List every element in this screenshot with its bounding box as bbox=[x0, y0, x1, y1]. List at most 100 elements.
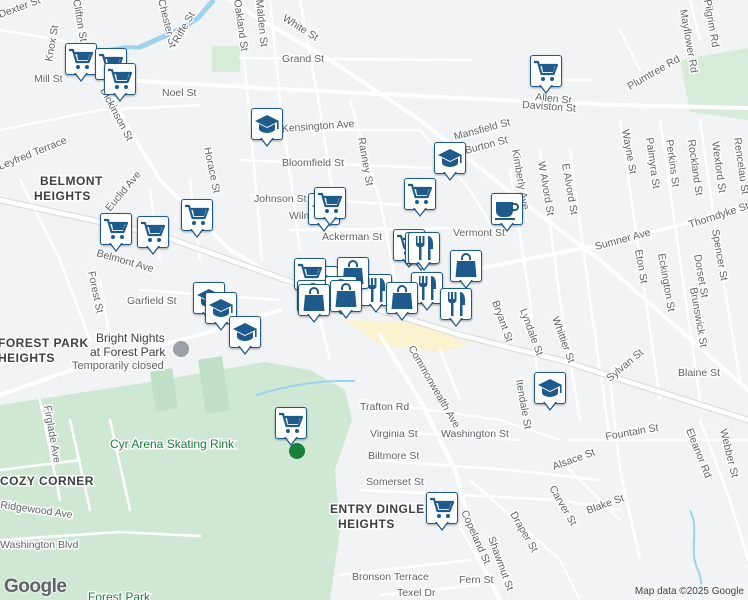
pin-tip bbox=[539, 84, 553, 94]
street-label: Biltmore St bbox=[368, 450, 419, 462]
street-label: Knox St bbox=[43, 24, 61, 62]
cart-icon bbox=[275, 407, 307, 439]
street-label: Mill St bbox=[34, 73, 63, 85]
shopping-bag-icon bbox=[450, 250, 482, 282]
area-label: ENTRY DINGLE bbox=[330, 502, 425, 516]
cart-pin[interactable] bbox=[314, 187, 346, 229]
street-label: Garfield St bbox=[127, 295, 177, 307]
street-label: Clifton St bbox=[70, 0, 89, 43]
street-label: Oakland St bbox=[231, 0, 250, 52]
restaurant-pin[interactable] bbox=[408, 232, 440, 274]
street-label: Dexter St bbox=[0, 0, 42, 21]
street-label: Palmyra St bbox=[643, 137, 662, 190]
street-label: Eton St bbox=[632, 248, 650, 284]
coffee-pin[interactable] bbox=[491, 193, 523, 235]
cart-pin[interactable] bbox=[181, 199, 213, 241]
street-label: Spencer St bbox=[709, 228, 730, 281]
shopping-bag-icon bbox=[330, 280, 362, 312]
pin-tip bbox=[543, 401, 557, 411]
pin-tip bbox=[417, 261, 431, 271]
school-icon bbox=[229, 316, 261, 348]
pin-tip bbox=[146, 245, 160, 255]
cart-pin[interactable] bbox=[530, 55, 562, 97]
street-label: Itendale St bbox=[513, 378, 534, 430]
street-label: Draper St bbox=[507, 510, 540, 555]
google-logo: Google bbox=[4, 576, 67, 597]
street-label: E Alvord St bbox=[559, 162, 580, 215]
street-label: Fern St bbox=[459, 574, 494, 586]
pin-tip bbox=[74, 72, 88, 82]
restaurant-pin[interactable] bbox=[440, 288, 472, 330]
cart-pin[interactable] bbox=[426, 492, 458, 534]
cart-icon bbox=[104, 63, 136, 95]
poi-marker-icon[interactable] bbox=[173, 341, 189, 357]
school-pin[interactable] bbox=[434, 142, 466, 184]
area-label: HEIGHTS bbox=[0, 351, 55, 365]
pin-tip bbox=[238, 345, 252, 355]
cart-pin[interactable] bbox=[404, 178, 436, 220]
cart-pin[interactable] bbox=[104, 63, 136, 105]
cart-icon bbox=[404, 178, 436, 210]
cart-icon bbox=[314, 187, 346, 219]
poi-cyr-arena[interactable]: Cyr Arena Skating Rink bbox=[109, 436, 237, 453]
shopping-bag-pin[interactable] bbox=[330, 280, 362, 322]
school-icon bbox=[251, 108, 283, 140]
street-label: Pilgrim Rd bbox=[701, 0, 721, 48]
area-label: HEIGHTS bbox=[34, 189, 91, 203]
poi-bright-nights-line2[interactable]: at Forest Park bbox=[89, 344, 168, 361]
shopping-bag-pin[interactable] bbox=[386, 282, 418, 324]
shopping-bag-pin[interactable] bbox=[450, 250, 482, 292]
street-label: Eleanor Rd bbox=[683, 427, 714, 480]
shopping-bag-icon bbox=[298, 284, 330, 316]
map-attribution: Map data ©2025 Google bbox=[630, 584, 748, 600]
pin-tip bbox=[190, 228, 204, 238]
street-label: Kensington Ave bbox=[281, 118, 355, 135]
pin-tip bbox=[413, 207, 427, 217]
street-label: White St bbox=[280, 12, 320, 43]
area-label: HEIGHTS bbox=[338, 517, 395, 531]
cart-pin[interactable] bbox=[100, 213, 132, 255]
pin-tip bbox=[443, 171, 457, 181]
street-label: Malden St bbox=[253, 0, 270, 47]
street-label: Rockland St bbox=[685, 139, 705, 197]
school-pin[interactable] bbox=[534, 372, 566, 414]
poi-forest-park[interactable]: Forest Park bbox=[87, 589, 153, 600]
pin-tip bbox=[449, 317, 463, 327]
street-label: Euclid Ave bbox=[103, 169, 144, 214]
pin-tip bbox=[395, 311, 409, 321]
street-label: W Alvord St bbox=[535, 160, 556, 216]
street-label: Horace St bbox=[201, 146, 222, 194]
cart-pin[interactable] bbox=[137, 216, 169, 258]
street-label: Bryant St bbox=[489, 299, 515, 344]
area-label: BELMONT bbox=[40, 174, 103, 188]
cart-icon bbox=[137, 216, 169, 248]
pin-tip bbox=[500, 222, 514, 232]
pin-tip bbox=[323, 216, 337, 226]
street-label: Somerset St bbox=[366, 476, 424, 488]
cart-icon bbox=[65, 43, 97, 75]
school-pin[interactable] bbox=[229, 316, 261, 358]
street-label: Webber St bbox=[717, 428, 741, 479]
street-label: Texel Dr bbox=[397, 587, 436, 599]
poi-bright-nights[interactable]: Bright Nights bbox=[95, 330, 167, 347]
cart-pin[interactable] bbox=[65, 43, 97, 85]
cart-icon bbox=[181, 199, 213, 231]
shopping-bag-pin[interactable] bbox=[298, 284, 330, 326]
pin-tip bbox=[369, 303, 383, 313]
school-pin[interactable] bbox=[251, 108, 283, 150]
street-label: Sylvan St bbox=[604, 347, 646, 385]
pin-tip bbox=[214, 321, 228, 331]
street-label: Blaine St bbox=[678, 367, 720, 379]
street-label: Bronson Terrace bbox=[352, 571, 429, 583]
park-area-north bbox=[212, 46, 240, 72]
restaurant-icon bbox=[408, 232, 440, 264]
pin-tip bbox=[339, 309, 353, 319]
street-label: Blake St bbox=[585, 492, 626, 517]
street-label: Johnson St bbox=[254, 193, 307, 205]
cart-icon bbox=[530, 55, 562, 87]
cart-pin[interactable] bbox=[275, 407, 307, 449]
street-label: Carver St bbox=[546, 484, 579, 528]
restaurant-icon bbox=[440, 288, 472, 320]
street-label: Leyfred Terrace bbox=[0, 134, 69, 172]
pin-tip bbox=[307, 313, 321, 323]
